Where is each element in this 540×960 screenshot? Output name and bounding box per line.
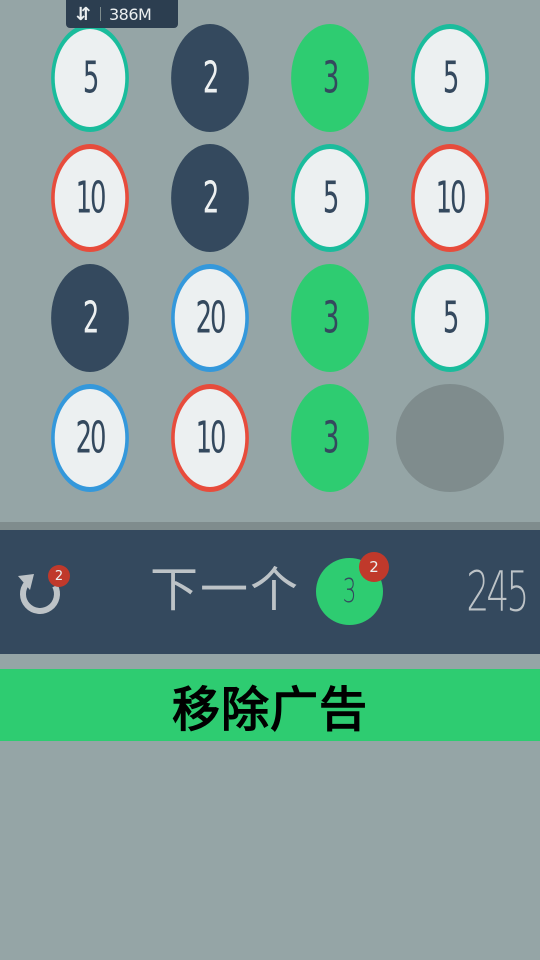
memory-indicator: ⇵ 386M	[66, 0, 178, 28]
board-tile[interactable]: 5	[411, 264, 489, 372]
game-board: 5 2 3 5 10 2 5 10 2 20 3 5 20 10 3	[0, 0, 540, 522]
board-tile[interactable]: 5	[411, 24, 489, 132]
tile-value: 3	[322, 292, 339, 344]
board-tile[interactable]: 3	[291, 24, 369, 132]
remove-ads-button[interactable]: 移除广告	[0, 669, 540, 741]
board-tile[interactable]: 3	[291, 384, 369, 492]
tile-value: 3	[322, 412, 339, 464]
tile-value: 5	[442, 52, 459, 104]
tile-value: 10	[75, 172, 107, 224]
board-tile[interactable]: 20	[51, 384, 129, 492]
board-tile[interactable]: 3	[291, 264, 369, 372]
board-tile[interactable]: 5	[291, 144, 369, 252]
board-tile[interactable]: 20	[171, 264, 249, 372]
score-value: 245	[465, 560, 529, 624]
tile-value: 2	[202, 172, 219, 224]
undo-count-badge: 2	[48, 565, 70, 587]
up-down-arrows-icon: ⇵	[75, 3, 91, 25]
board-tile[interactable]: 5	[51, 24, 129, 132]
board-tile[interactable]: 10	[51, 144, 129, 252]
board-tile[interactable]: 2	[171, 144, 249, 252]
board-divider	[0, 522, 540, 530]
tile-value: 3	[322, 52, 339, 104]
tile-value: 20	[195, 292, 227, 344]
tile-value: 10	[195, 412, 227, 464]
memory-value: 386M	[109, 4, 152, 24]
board-tile[interactable]: 2	[171, 24, 249, 132]
board-tile[interactable]: 10	[411, 144, 489, 252]
board-tile[interactable]: 2	[51, 264, 129, 372]
empty-cell[interactable]	[396, 384, 504, 492]
next-tile-value: 3	[342, 572, 357, 611]
divider	[100, 7, 101, 21]
tile-value: 20	[75, 412, 107, 464]
tile-value: 5	[442, 292, 459, 344]
next-label: 下一个	[150, 562, 301, 618]
tile-value: 2	[82, 292, 99, 344]
tile-value: 10	[435, 172, 467, 224]
tile-value: 2	[202, 52, 219, 104]
board-tile[interactable]: 10	[171, 384, 249, 492]
next-count-badge: 2	[359, 552, 389, 582]
tile-value: 5	[322, 172, 339, 224]
score: 245	[465, 560, 529, 624]
tile-value: 5	[82, 52, 99, 104]
